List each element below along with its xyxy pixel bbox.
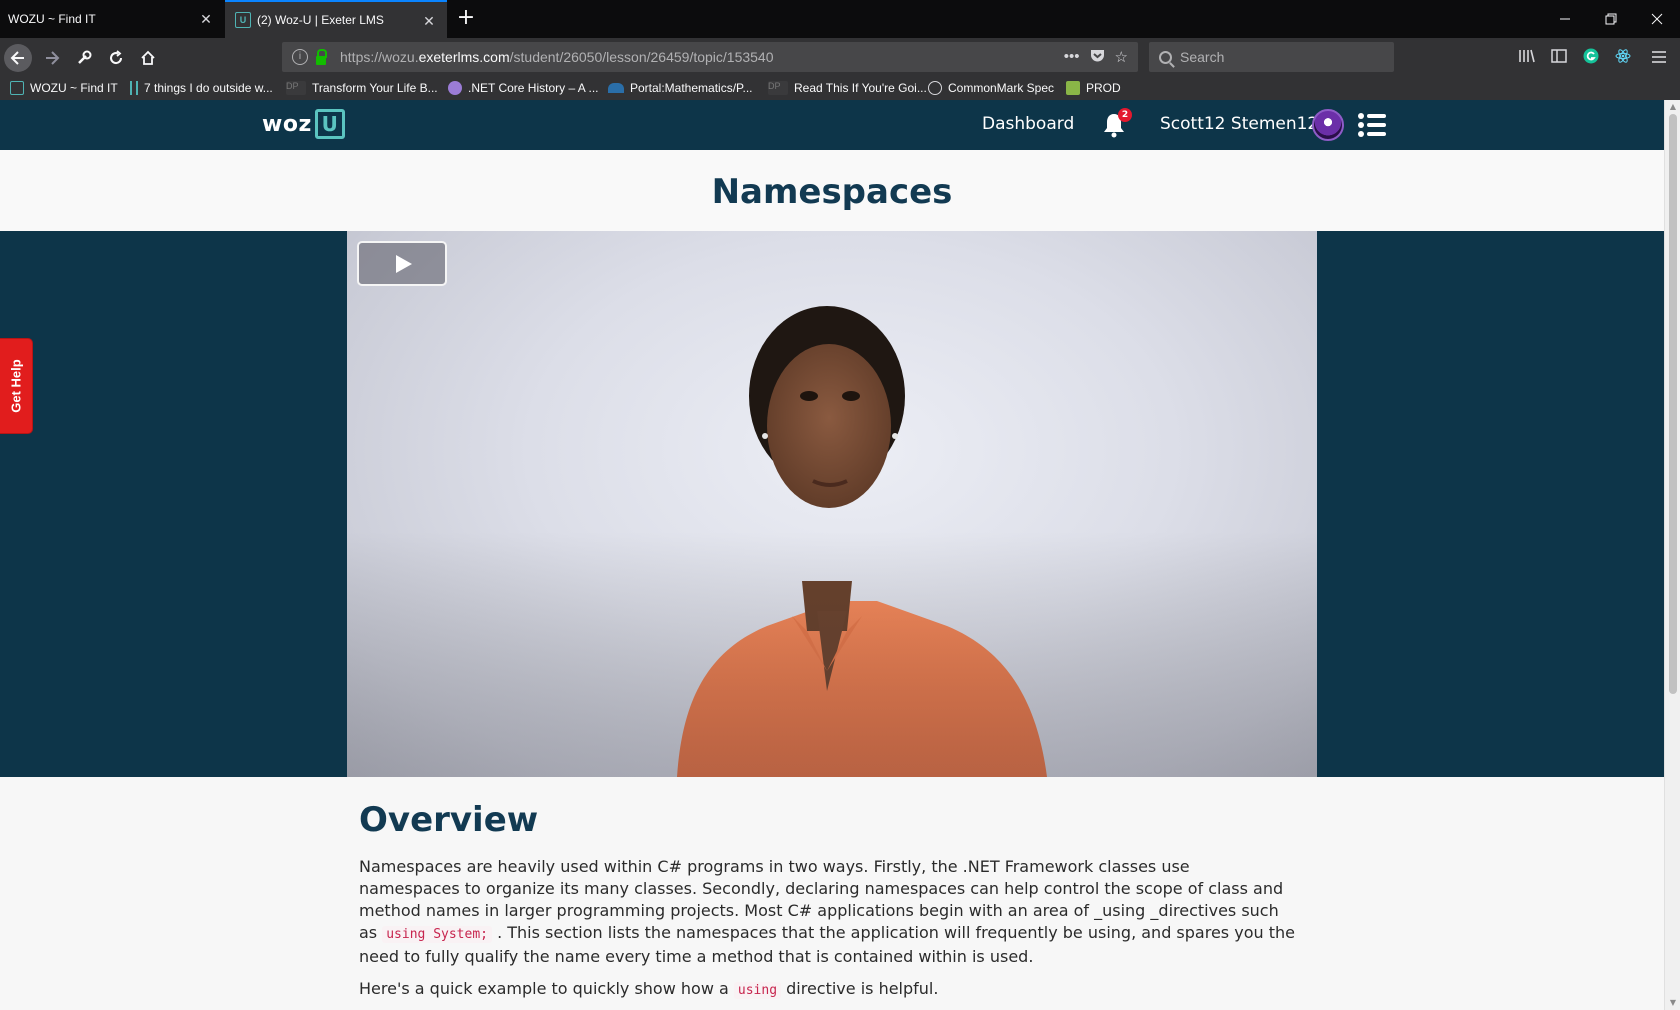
bookmark-item[interactable]: DP Read This If You're Goi... <box>768 80 927 96</box>
site-info-icon[interactable]: i <box>292 49 308 65</box>
lesson-video-player[interactable] <box>347 231 1317 777</box>
scroll-up-arrow-icon[interactable]: ▲ <box>1668 102 1678 112</box>
home-icon[interactable] <box>134 44 162 72</box>
bookmark-label: Read This If You're Goi... <box>794 81 927 95</box>
dp-icon: DP <box>768 81 788 95</box>
forward-arrow-icon[interactable] <box>38 44 66 72</box>
bookmark-item[interactable]: DP Transform Your Life B... <box>286 80 438 96</box>
overview-paragraph: Namespaces are heavily used within C# pr… <box>359 856 1295 968</box>
library-icon[interactable] <box>1517 48 1537 68</box>
bookmark-item[interactable]: WOZU ~ Find IT <box>10 80 118 96</box>
tab-title: (2) Woz-U | Exeter LMS <box>257 13 384 27</box>
dashboard-link[interactable]: Dashboard <box>982 114 1074 134</box>
tab-close-icon[interactable]: ✕ <box>198 11 214 27</box>
url-host: exeterlms.com <box>418 49 510 65</box>
dp-icon: DP <box>286 81 306 95</box>
bookmark-item[interactable]: CommonMark Spec <box>928 80 1054 96</box>
site-header: woz U Dashboard 2 Scott12 Stemen12 <box>0 100 1664 150</box>
url-text: https://wozu.exeterlms.com/student/26050… <box>340 49 774 65</box>
browser-tab-woz-u-exeter-lms[interactable]: U (2) Woz-U | Exeter LMS ✕ <box>225 0 447 38</box>
page-title: Namespaces <box>711 172 953 212</box>
bookmark-label: .NET Core History – A ... <box>468 81 599 95</box>
title-band: Namespaces <box>0 150 1664 231</box>
wozu-favicon-icon: U <box>235 12 251 28</box>
wozu-icon <box>10 81 24 95</box>
globe-icon <box>928 81 942 95</box>
back-arrow-icon[interactable] <box>4 44 32 72</box>
bookmark-item[interactable]: PROD <box>1066 80 1121 96</box>
paragraph-text: Here's a quick example to quickly show h… <box>359 979 734 998</box>
avatar[interactable] <box>1312 109 1344 141</box>
get-help-label: Get Help <box>8 359 24 413</box>
page-scrollbar[interactable]: ▲ ▼ <box>1664 100 1680 1010</box>
browser-navigation-toolbar: i https://wozu.exeterlms.com/student/260… <box>0 38 1680 76</box>
play-button[interactable] <box>357 241 447 286</box>
grammarly-extension-icon[interactable] <box>1581 48 1601 68</box>
potion-icon <box>448 81 462 95</box>
notification-bell-icon[interactable]: 2 <box>1102 108 1132 138</box>
search-input[interactable] <box>1180 49 1370 65</box>
video-frame-presenter <box>347 306 1317 777</box>
video-band <box>0 231 1664 777</box>
url-path: /student/26050/lesson/26459/topic/153540 <box>509 49 774 65</box>
play-icon <box>396 254 412 273</box>
lesson-content: Overview Namespaces are heavily used wit… <box>359 800 1295 1010</box>
ladder-icon <box>130 81 138 95</box>
paragraph-text: directive is helpful. <box>781 979 939 998</box>
example-intro-paragraph: Here's a quick example to quickly show h… <box>359 978 1295 1002</box>
close-window-icon[interactable] <box>1634 0 1680 38</box>
inline-code: using <box>733 982 782 999</box>
new-tab-plus-icon[interactable]: + <box>455 7 477 30</box>
bookmark-label: PROD <box>1086 81 1121 95</box>
bookmark-label: Portal:Mathematics/P... <box>630 81 753 95</box>
address-bar[interactable]: i https://wozu.exeterlms.com/student/260… <box>282 42 1138 72</box>
bookmark-star-icon[interactable]: ☆ <box>1115 48 1128 67</box>
inline-code: using System; <box>382 926 492 943</box>
reload-icon[interactable] <box>102 44 130 72</box>
notification-count-badge: 2 <box>1118 108 1132 122</box>
bookmarks-toolbar: WOZU ~ Find IT 7 things I do outside w..… <box>0 76 1680 100</box>
wozu-logo[interactable]: woz U <box>262 109 345 139</box>
lms-page: woz U Dashboard 2 Scott12 Stemen12 Names… <box>0 100 1664 1010</box>
wrench-icon[interactable] <box>70 44 98 72</box>
scrollbar-thumb[interactable] <box>1669 114 1677 694</box>
minimize-window-icon[interactable] <box>1542 0 1588 38</box>
sidebar-toggle-icon[interactable] <box>1549 48 1569 68</box>
get-help-tab[interactable]: Get Help <box>0 338 33 434</box>
search-icon <box>1159 50 1172 64</box>
hamburger-menu-icon[interactable] <box>1649 48 1669 68</box>
user-name[interactable]: Scott12 Stemen12 <box>1160 114 1318 134</box>
logo-text: woz <box>262 111 312 137</box>
browser-tab-wozu-find-it[interactable]: WOZU ~ Find IT ✕ <box>0 0 224 38</box>
bookmark-item[interactable]: Portal:Mathematics/P... <box>608 80 753 96</box>
bookmark-item[interactable]: .NET Core History – A ... <box>448 80 599 96</box>
react-devtools-icon[interactable] <box>1613 48 1633 68</box>
restore-window-icon[interactable] <box>1588 0 1634 38</box>
pocket-icon[interactable] <box>1090 48 1105 67</box>
lock-icon <box>316 48 327 65</box>
logo-u-mark: U <box>314 109 345 139</box>
search-bar[interactable] <box>1149 42 1394 72</box>
page-actions-menu-icon[interactable]: ••• <box>1064 48 1080 67</box>
wiki-icon <box>608 83 624 93</box>
scroll-down-arrow-icon[interactable]: ▼ <box>1668 998 1678 1008</box>
bookmark-label: 7 things I do outside w... <box>144 81 273 95</box>
bookmark-label: WOZU ~ Find IT <box>30 81 118 95</box>
list-menu-icon[interactable] <box>1357 111 1387 139</box>
tab-title: WOZU ~ Find IT <box>8 12 96 26</box>
bookmark-label: Transform Your Life B... <box>312 81 438 95</box>
overview-heading: Overview <box>359 800 539 840</box>
browser-tab-bar: WOZU ~ Find IT ✕ U (2) Woz-U | Exeter LM… <box>0 0 1680 38</box>
bookmark-item[interactable]: 7 things I do outside w... <box>130 80 273 96</box>
tab-close-icon[interactable]: ✕ <box>421 13 437 29</box>
url-prefix: https://wozu. <box>340 49 419 65</box>
prod-icon <box>1066 81 1080 95</box>
bookmark-label: CommonMark Spec <box>948 81 1055 95</box>
paragraph-text: . This section lists the namespaces that… <box>359 923 1295 966</box>
